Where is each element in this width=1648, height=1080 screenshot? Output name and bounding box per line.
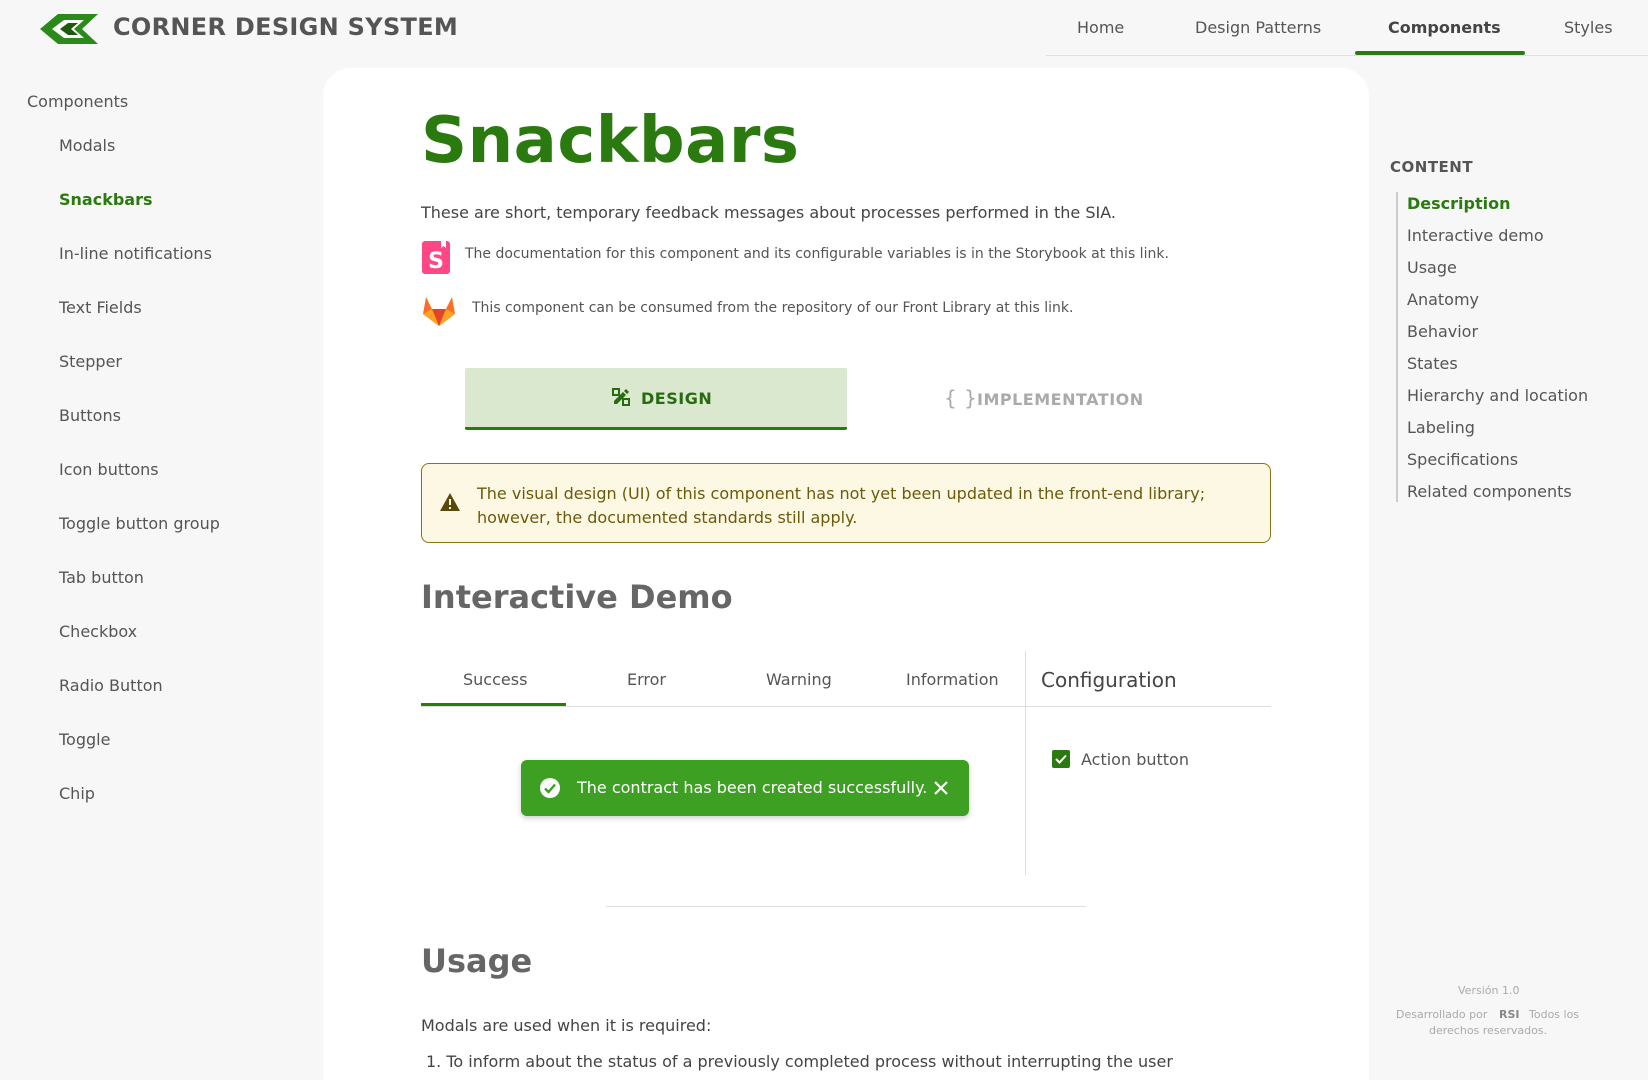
demo-tab-success[interactable]: Success bbox=[463, 670, 527, 689]
tab-implementation-label: IMPLEMENTATION bbox=[977, 390, 1144, 409]
sidebar-item-toggle[interactable]: Toggle bbox=[59, 730, 110, 749]
page-title: Snackbars bbox=[421, 104, 800, 178]
storybook-icon: S bbox=[422, 239, 450, 274]
sidebar-item-icon-buttons[interactable]: Icon buttons bbox=[59, 460, 159, 479]
nav-design-patterns[interactable]: Design Patterns bbox=[1195, 18, 1321, 37]
sidebar-item-radio-button[interactable]: Radio Button bbox=[59, 676, 163, 695]
usage-list-item: 1. To inform about the status of a previ… bbox=[426, 1052, 1173, 1071]
pencil-ruler-icon bbox=[612, 388, 630, 406]
footer-version: Versión 1.0 bbox=[1458, 984, 1520, 997]
demo-tab-error[interactable]: Error bbox=[627, 670, 666, 689]
toc-item-interactive-demo[interactable]: Interactive demo bbox=[1407, 226, 1544, 245]
sidebar-root-components[interactable]: Components bbox=[27, 92, 128, 111]
footer-rights-1: Todos los bbox=[1529, 1008, 1580, 1021]
sidebar-item-text-fields[interactable]: Text Fields bbox=[59, 298, 142, 317]
sidebar-item-buttons[interactable]: Buttons bbox=[59, 406, 121, 425]
toc-item-hierarchy-and-location[interactable]: Hierarchy and location bbox=[1407, 386, 1588, 405]
toc-item-specifications[interactable]: Specifications bbox=[1407, 450, 1518, 469]
sidebar-item-stepper[interactable]: Stepper bbox=[59, 352, 122, 371]
toc-item-states[interactable]: States bbox=[1407, 354, 1458, 373]
checkbox-checked-icon bbox=[1055, 754, 1067, 764]
sidebar-item-toggle-button-group[interactable]: Toggle button group bbox=[59, 514, 220, 533]
gitlab-link-row[interactable]: This component can be consumed from the … bbox=[421, 293, 1221, 329]
warning-alert: The visual design (UI) of this component… bbox=[421, 463, 1271, 543]
footer-developed-by: Desarrollado por bbox=[1396, 1008, 1488, 1021]
demo-tab-active-indicator bbox=[421, 703, 566, 706]
nav-active-indicator bbox=[1355, 51, 1525, 55]
toc-item-anatomy[interactable]: Anatomy bbox=[1407, 290, 1479, 309]
footer-rights-2: derechos reservados. bbox=[1429, 1024, 1548, 1037]
page-lead: These are short, temporary feedback mess… bbox=[421, 203, 1116, 222]
sidebar-item-checkbox[interactable]: Checkbox bbox=[59, 622, 137, 641]
footer-company: RSI bbox=[1499, 1008, 1520, 1021]
close-icon[interactable] bbox=[931, 778, 951, 798]
top-nav bbox=[1046, 0, 1648, 56]
toc-item-usage[interactable]: Usage bbox=[1407, 258, 1457, 277]
sidebar-item-tab-button[interactable]: Tab button bbox=[59, 568, 144, 587]
storybook-link-text: The documentation for this component and… bbox=[465, 246, 1169, 262]
code-braces-icon: { } bbox=[944, 386, 978, 410]
snackbar-message: The contract has been created successful… bbox=[577, 778, 928, 797]
brand-name: CORNER DESIGN SYSTEM bbox=[113, 13, 459, 41]
configuration-title: Configuration bbox=[1041, 668, 1177, 692]
action-button-checkbox[interactable] bbox=[1052, 750, 1070, 768]
action-button-label: Action button bbox=[1081, 750, 1189, 769]
toc-item-labeling[interactable]: Labeling bbox=[1407, 418, 1475, 437]
sidebar-item-inline-notifications[interactable]: In-line notifications bbox=[59, 244, 212, 263]
usage-heading: Usage bbox=[421, 942, 533, 980]
corner-logo[interactable] bbox=[38, 12, 102, 46]
tab-design[interactable]: DESIGN bbox=[465, 368, 847, 430]
check-circle-icon bbox=[540, 778, 560, 798]
sidebar-item-snackbars[interactable]: Snackbars bbox=[59, 190, 153, 209]
demo-tab-information[interactable]: Information bbox=[906, 670, 999, 689]
toc-item-behavior[interactable]: Behavior bbox=[1407, 322, 1478, 341]
section-divider bbox=[606, 906, 1086, 907]
usage-paragraph: Modals are used when it is required: bbox=[421, 1016, 712, 1035]
demo-tabs-divider bbox=[421, 706, 1271, 707]
interactive-demo-heading: Interactive Demo bbox=[421, 578, 733, 616]
demo-tab-warning[interactable]: Warning bbox=[766, 670, 832, 689]
svg-text:S: S bbox=[428, 249, 444, 274]
sidebar-item-chip[interactable]: Chip bbox=[59, 784, 95, 803]
tab-design-label: DESIGN bbox=[641, 389, 713, 408]
storybook-link-row[interactable]: S The documentation for this component a… bbox=[421, 239, 1221, 275]
gitlab-link-text: This component can be consumed from the … bbox=[472, 300, 1074, 316]
sidebar-item-modals[interactable]: Modals bbox=[59, 136, 115, 155]
nav-components[interactable]: Components bbox=[1388, 18, 1501, 37]
toc-item-description[interactable]: Description bbox=[1407, 194, 1510, 213]
gitlab-icon bbox=[423, 297, 455, 326]
top-header: CORNER DESIGN SYSTEM Home Design Pattern… bbox=[0, 0, 1648, 56]
demo-config-separator bbox=[1025, 651, 1026, 875]
warning-alert-message: The visual design (UI) of this component… bbox=[477, 484, 1206, 527]
nav-styles[interactable]: Styles bbox=[1564, 18, 1613, 37]
toc-rail bbox=[1396, 192, 1398, 502]
nav-home[interactable]: Home bbox=[1077, 18, 1124, 37]
toc-title: CONTENT bbox=[1390, 158, 1474, 176]
warning-triangle-icon bbox=[440, 493, 460, 511]
success-snackbar: The contract has been created successful… bbox=[521, 760, 969, 816]
toc-item-related-components[interactable]: Related components bbox=[1407, 482, 1572, 501]
